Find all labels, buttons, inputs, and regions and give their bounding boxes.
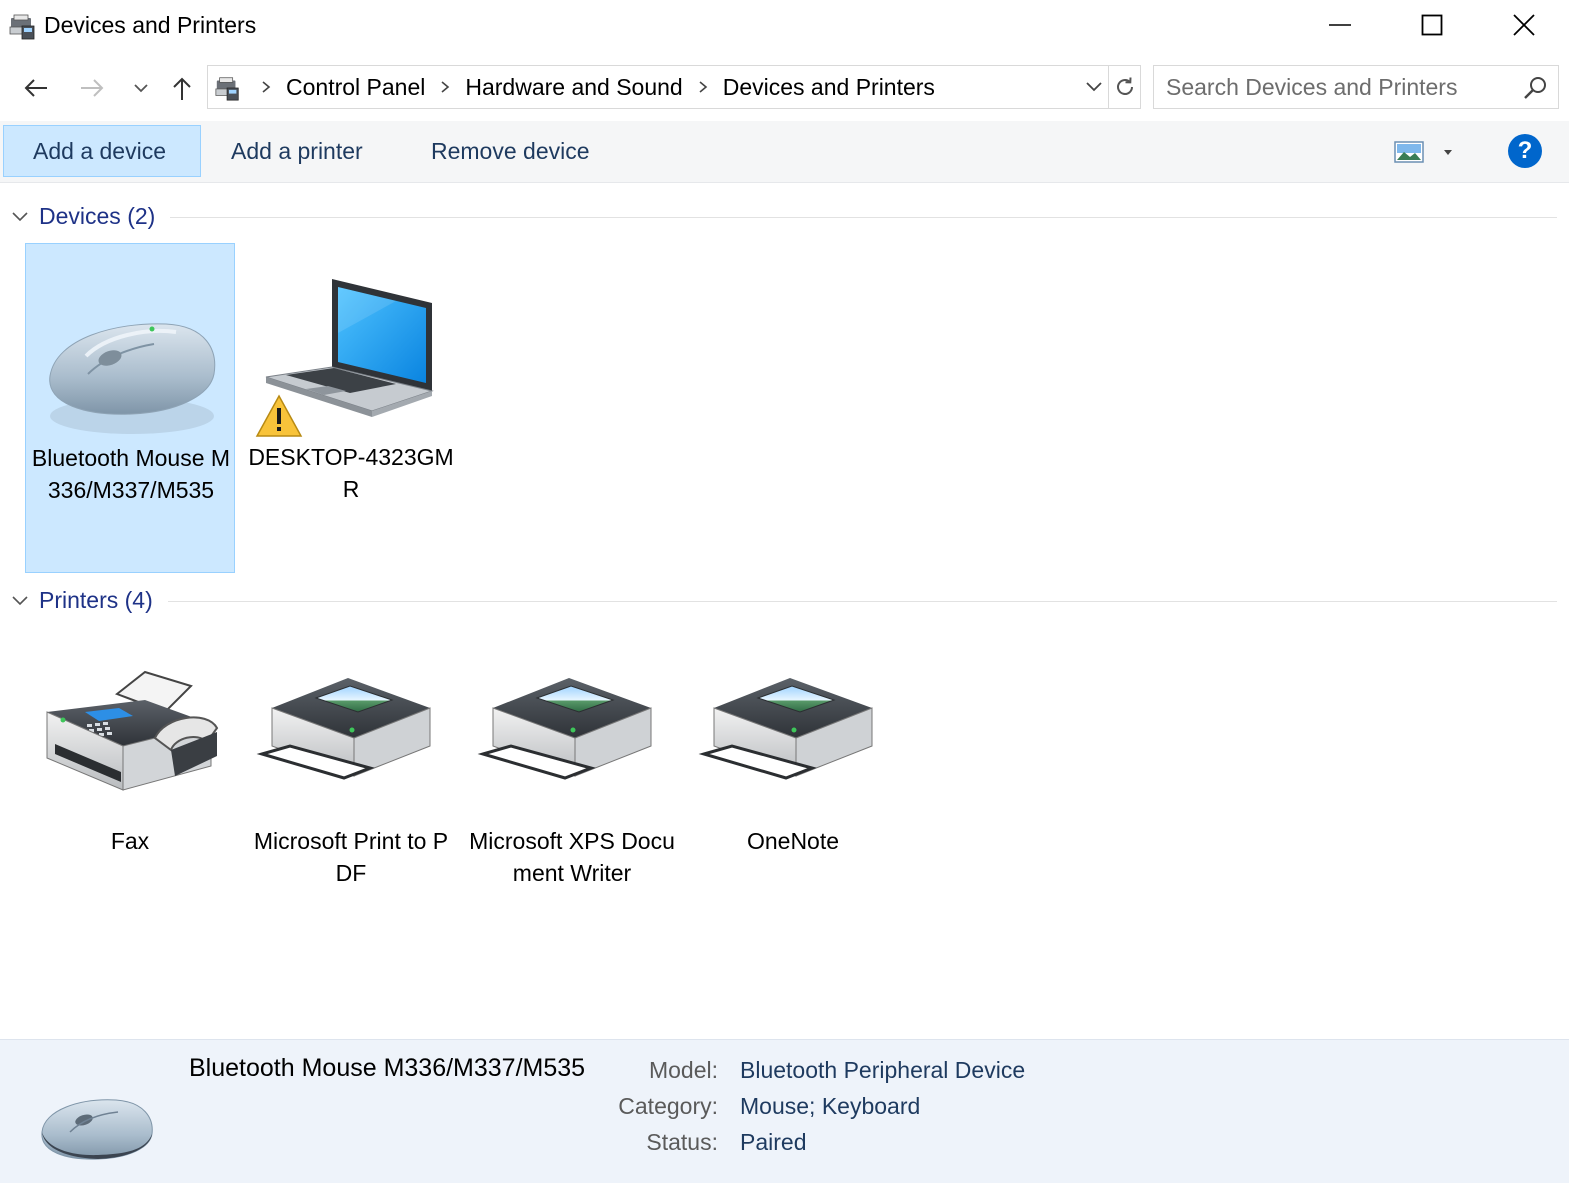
device-name-desktop: DESKTOP-4323GMR (248, 444, 454, 502)
devices-and-printers-window: Devices and Printers Control Panel Hardw… (0, 0, 1569, 1183)
printer-tile-microsoft-print-to-pdf[interactable]: Microsoft Print to PDF (246, 630, 456, 900)
add-printer-button[interactable]: Add a printer (202, 125, 392, 177)
close-button[interactable] (1478, 0, 1569, 50)
printer-tile-onenote[interactable]: OneNote (688, 630, 898, 900)
printers-group-header[interactable]: Printers (4) (0, 585, 1569, 619)
arrow-right-icon (81, 79, 104, 97)
details-status-value: Paired (740, 1129, 807, 1155)
maximize-icon (1421, 14, 1443, 36)
forward-button[interactable] (72, 68, 112, 108)
refresh-button[interactable] (1108, 66, 1141, 108)
devices-group-header[interactable]: Devices (2) (0, 201, 1569, 235)
printer-icon (477, 678, 652, 780)
breadcrumb-separator-icon[interactable] (252, 80, 280, 94)
details-model-value: Bluetooth Peripheral Device (740, 1057, 1026, 1083)
details-pane: Bluetooth Mouse M336/M337/M535 Model: Bl… (0, 1039, 1569, 1183)
recent-locations-button[interactable] (124, 68, 158, 108)
warning-icon (255, 394, 303, 437)
chevron-down-icon (1086, 82, 1102, 92)
dropdown-arrow-icon (1444, 150, 1452, 155)
fax-icon (46, 670, 219, 791)
remove-device-button[interactable]: Remove device (402, 125, 619, 177)
printer-name-onenote: OneNote (746, 828, 840, 854)
breadcrumb-devices-and-printers[interactable]: Devices and Printers (717, 74, 941, 101)
change-view-button[interactable] (1394, 135, 1460, 169)
minimize-icon (1329, 24, 1351, 26)
address-history-button[interactable] (1080, 66, 1108, 108)
breadcrumb-separator-icon[interactable] (689, 80, 717, 94)
device-tile-bluetooth-mouse[interactable]: Bluetooth Mouse M336/M337/M535 (25, 243, 235, 573)
address-bar[interactable]: Control Panel Hardware and Sound Devices… (207, 65, 1141, 109)
printer-icon (256, 678, 431, 780)
window-title: Devices and Printers (44, 12, 257, 38)
view-icon (1394, 141, 1424, 163)
devices-and-printers-app-icon (9, 14, 35, 40)
devices-group-label: Devices (2) (39, 203, 156, 229)
printer-tile-microsoft-xps-document-writer[interactable]: Microsoft XPS Document Writer (467, 630, 677, 900)
help-button[interactable]: ? (1508, 134, 1542, 168)
arrow-up-icon (173, 77, 191, 100)
group-divider (168, 601, 1557, 602)
chevron-down-icon[interactable] (10, 207, 30, 227)
device-name-bluetooth-mouse: Bluetooth Mouse M336/M337/M535 (31, 445, 231, 503)
details-category-label: Category: (618, 1093, 718, 1119)
command-bar: Add a device Add a printer Remove device… (0, 121, 1569, 183)
search-icon[interactable] (1522, 75, 1548, 101)
device-tile-desktop[interactable]: DESKTOP-4323GMR (246, 243, 456, 573)
maximize-button[interactable] (1386, 0, 1478, 50)
search-input[interactable] (1166, 72, 1506, 102)
breadcrumb-separator-icon[interactable] (431, 80, 459, 94)
group-divider (170, 217, 1557, 218)
minimize-button[interactable] (1294, 0, 1386, 50)
printers-group-label: Printers (4) (39, 587, 153, 613)
navigation-bar: Control Panel Hardware and Sound Devices… (0, 62, 1569, 114)
breadcrumb: Control Panel Hardware and Sound Devices… (252, 66, 941, 108)
add-device-button[interactable]: Add a device (3, 125, 201, 177)
printer-name-microsoft-print-to-pdf: Microsoft Print to PDF (253, 828, 449, 886)
mouse-icon (41, 1099, 153, 1160)
search-box[interactable] (1153, 65, 1559, 109)
close-icon (1513, 14, 1535, 36)
details-model-label: Model: (648, 1057, 718, 1083)
details-category-value: Mouse; Keyboard (740, 1093, 921, 1119)
breadcrumb-control-panel[interactable]: Control Panel (280, 74, 431, 101)
title-bar: Devices and Printers (0, 0, 1569, 54)
printer-name-fax: Fax (110, 828, 150, 854)
chevron-down-icon (134, 84, 148, 93)
back-button[interactable] (16, 68, 56, 108)
control-panel-location-icon (215, 77, 239, 101)
chevron-down-icon[interactable] (10, 591, 30, 611)
refresh-icon (1117, 77, 1133, 95)
breadcrumb-hardware-and-sound[interactable]: Hardware and Sound (459, 74, 688, 101)
up-button[interactable] (162, 68, 202, 108)
arrow-left-icon (24, 79, 47, 97)
printer-icon (698, 678, 873, 780)
printer-name-microsoft-xps-document-writer: Microsoft XPS Document Writer (469, 828, 675, 886)
details-status-label: Status: (646, 1129, 718, 1155)
printer-tile-fax[interactable]: Fax (25, 630, 235, 900)
